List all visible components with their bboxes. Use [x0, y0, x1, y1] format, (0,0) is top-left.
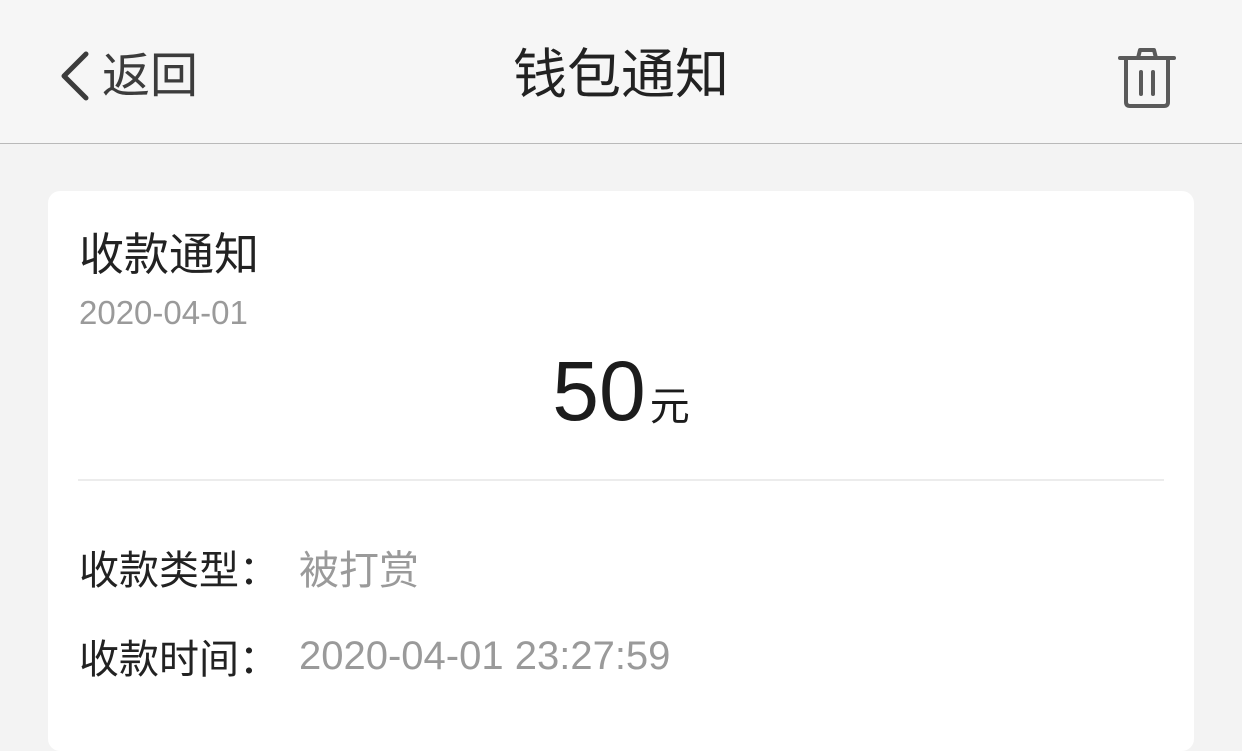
divider	[78, 479, 1164, 481]
card-date: 2020-04-01	[79, 294, 248, 331]
notification-card: 收款通知 2020-04-01 50 元 收款类型： 被打赏 收款时间： 2020…	[48, 191, 1194, 751]
amount-value: 50	[552, 344, 646, 438]
delete-button[interactable]	[1114, 44, 1180, 110]
payment-type-row: 收款类型： 被打赏	[79, 539, 419, 595]
payment-type-value: 被打赏	[299, 548, 419, 594]
navigation-bar: 返回 钱包通知	[0, 0, 1242, 144]
payment-time-value: 2020-04-01 23:27:59	[299, 633, 671, 678]
payment-time-label: 收款时间：	[79, 637, 279, 683]
payment-type-label: 收款类型：	[79, 548, 279, 594]
trash-icon	[1118, 48, 1176, 108]
amount: 50 元	[48, 341, 1194, 465]
amount-unit: 元	[649, 384, 690, 430]
payment-time-row: 收款时间： 2020-04-01 23:27:59	[79, 628, 670, 684]
card-title: 收款通知	[79, 228, 260, 281]
page-title: 钱包通知	[513, 43, 729, 106]
